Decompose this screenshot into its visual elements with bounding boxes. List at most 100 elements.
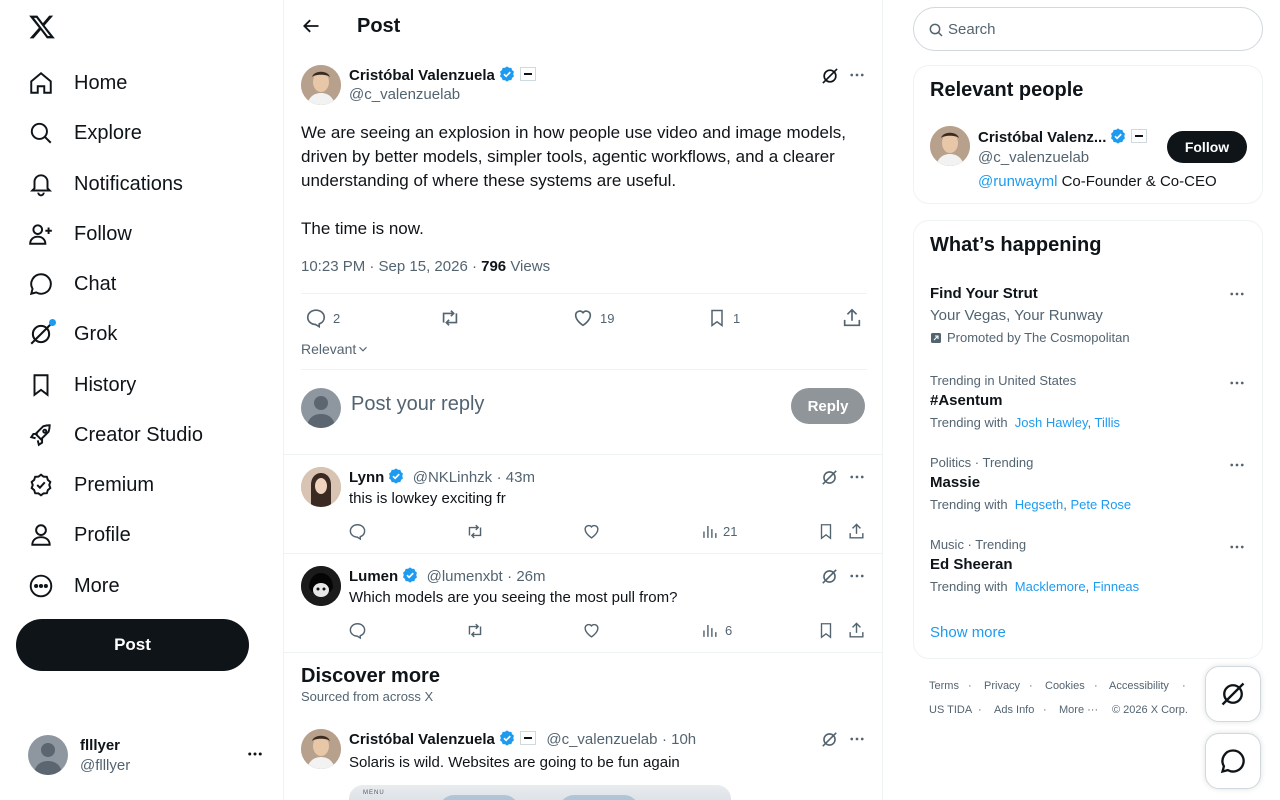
grok-icon[interactable] [820, 730, 839, 749]
footer-link[interactable]: Terms [929, 680, 959, 692]
affiliation-badge-icon [1131, 129, 1148, 143]
repost-icon[interactable] [465, 621, 485, 640]
nav-profile[interactable]: Profile [28, 515, 131, 555]
heart-icon[interactable] [582, 621, 601, 640]
footer-link[interactable]: More ··· [1059, 704, 1098, 716]
more-dots-icon[interactable] [246, 745, 264, 763]
trend-with-link[interactable]: Macklemore [1015, 579, 1086, 594]
search-input[interactable] [948, 18, 1238, 40]
reply-author-name[interactable]: Lumen [349, 568, 398, 585]
reply-icon[interactable] [348, 621, 367, 640]
bookmark-action[interactable]: 1 [707, 307, 740, 329]
avatar[interactable] [301, 566, 341, 606]
back-arrow-icon[interactable] [301, 16, 323, 38]
more-dots-icon[interactable] [1228, 374, 1246, 392]
share-icon[interactable] [847, 621, 866, 640]
promo-title[interactable]: Find Your Strut [930, 285, 1038, 302]
x-logo-icon[interactable] [28, 13, 56, 41]
footer-link[interactable]: Accessibility [1109, 680, 1169, 692]
trend-name[interactable]: #Asentum [930, 392, 1003, 409]
follow-button[interactable]: Follow [1167, 131, 1247, 163]
nav-creator-studio[interactable]: Creator Studio [28, 415, 203, 455]
footer-link[interactable]: US TIDA [929, 704, 972, 716]
post-time[interactable]: · 10h [662, 731, 696, 748]
post-time[interactable]: 10:23 PM · Sep 15, 2026 · [301, 258, 481, 275]
reply-input[interactable]: Post your reply [351, 393, 484, 416]
more-dots-icon[interactable] [848, 66, 866, 84]
repost-action[interactable] [438, 307, 468, 329]
footer-link[interactable]: Privacy [984, 680, 1020, 692]
trend-name[interactable]: Massie [930, 474, 980, 491]
footer-separator: · [968, 680, 972, 692]
trend-with-link[interactable]: Josh Hawley [1015, 415, 1088, 430]
bio-text: Co-Founder & Co-CEO [1057, 173, 1217, 190]
repost-icon[interactable] [465, 522, 485, 541]
more-dots-icon[interactable] [848, 567, 866, 585]
nav-grok[interactable]: Grok [28, 314, 117, 354]
sort-dropdown[interactable]: Relevant [301, 341, 370, 357]
nav-chat[interactable]: Chat [28, 264, 116, 304]
account-switcher[interactable]: flllyer @flllyer [28, 735, 268, 777]
share-action[interactable] [841, 307, 869, 329]
trend-with-link[interactable]: Pete Rose [1070, 497, 1131, 512]
compose-post-button[interactable]: Post [16, 619, 249, 671]
grok-icon[interactable] [820, 468, 839, 487]
messages-floating-button[interactable] [1205, 733, 1261, 789]
reply-icon[interactable] [348, 522, 367, 541]
reply-action[interactable]: 2 [305, 307, 340, 329]
views-action[interactable]: 21 [700, 522, 737, 541]
more-dots-icon[interactable] [1228, 456, 1246, 474]
reply-author-name[interactable]: Lynn [349, 469, 384, 486]
reply-author-handle[interactable]: @NKLinhzk [413, 469, 492, 486]
person-handle[interactable]: @c_valenzuelab [978, 149, 1089, 166]
avatar [28, 735, 68, 775]
nav-follow[interactable]: Follow [28, 214, 132, 254]
nav-premium[interactable]: Premium [28, 465, 154, 505]
more-dots-icon[interactable] [848, 730, 866, 748]
bookmark-icon[interactable] [817, 522, 835, 541]
post-media[interactable]: MENU [349, 785, 731, 800]
show-more-link[interactable]: Show more [930, 624, 1006, 641]
nav-notifications[interactable]: Notifications [28, 164, 183, 204]
trend-with-link[interactable]: Hegseth [1015, 497, 1063, 512]
author-handle[interactable]: @c_valenzuelab [546, 731, 657, 748]
more-dots-icon[interactable] [1228, 538, 1246, 556]
nav-home[interactable]: Home [28, 63, 127, 103]
views-action[interactable]: 6 [700, 621, 732, 640]
person-name[interactable]: Cristóbal Valenz... [978, 129, 1106, 146]
nav-explore[interactable]: Explore [28, 113, 142, 153]
trend-name[interactable]: Ed Sheeran [930, 556, 1013, 573]
grok-icon[interactable] [820, 66, 840, 86]
reply-time[interactable]: · 26m [507, 568, 545, 585]
author-handle[interactable]: @c_valenzuelab [349, 86, 460, 103]
person-bio: @runwayml Co-Founder & Co-CEO [978, 173, 1217, 190]
nav-more[interactable]: More [28, 566, 120, 606]
more-dots-icon[interactable] [1228, 285, 1246, 303]
grok-floating-button[interactable] [1205, 666, 1261, 722]
more-dots-icon[interactable] [848, 468, 866, 486]
trend-with: Trending with Josh Hawley, Tillis [930, 415, 1121, 430]
reply-time[interactable]: · 43m [497, 469, 535, 486]
author-name[interactable]: Cristóbal Valenzuela [349, 67, 495, 84]
footer-link[interactable]: Ads Info [994, 704, 1034, 716]
avatar[interactable] [930, 126, 970, 166]
footer-link[interactable]: Cookies [1045, 680, 1085, 692]
avatar[interactable] [301, 65, 341, 105]
search-box[interactable] [913, 7, 1263, 51]
trend-with: Trending with Hegseth, Pete Rose [930, 497, 1132, 512]
reply-text: Which models are you seeing the most pul… [349, 589, 678, 606]
like-action[interactable]: 19 [572, 307, 614, 329]
nav-history[interactable]: History [28, 365, 136, 405]
reply-button[interactable]: Reply [791, 388, 865, 424]
avatar[interactable] [301, 729, 341, 769]
trend-with-link[interactable]: Finneas [1093, 579, 1139, 594]
avatar[interactable] [301, 467, 341, 507]
heart-icon[interactable] [582, 522, 601, 541]
bio-link[interactable]: @runwayml [978, 173, 1057, 190]
author-name[interactable]: Cristóbal Valenzuela [349, 731, 495, 748]
trend-with-link[interactable]: Tillis [1095, 415, 1121, 430]
grok-icon[interactable] [820, 567, 839, 586]
share-icon[interactable] [847, 522, 866, 541]
reply-author-handle[interactable]: @lumenxbt [427, 568, 503, 585]
bookmark-icon[interactable] [817, 621, 835, 640]
